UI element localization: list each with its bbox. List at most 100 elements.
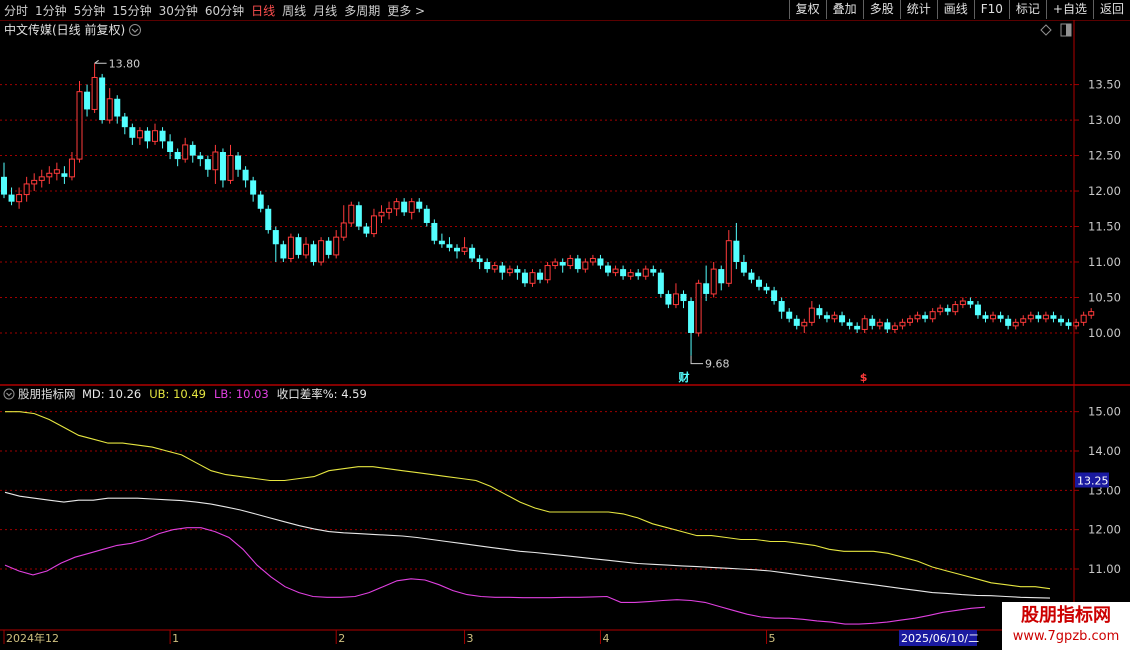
candle-body <box>1035 315 1042 319</box>
candle-body <box>801 321 808 327</box>
candle-body <box>280 244 287 259</box>
candle <box>990 311 997 323</box>
candle-body <box>718 269 725 284</box>
candle-body <box>370 215 377 235</box>
tab-9[interactable]: 多周期 <box>344 2 380 19</box>
candle <box>967 297 974 309</box>
tab-10[interactable]: 更多 > <box>387 2 425 19</box>
diamond-icon[interactable] <box>1040 24 1052 36</box>
tab-4[interactable]: 30分钟 <box>159 2 198 19</box>
y-tick-label: 13.50 <box>1088 78 1121 92</box>
candle <box>333 230 340 259</box>
toolbar-button-0[interactable]: 复权 <box>788 0 826 19</box>
candle <box>552 258 559 270</box>
toolbar-button-2[interactable]: 多股 <box>862 0 900 19</box>
candle <box>952 301 959 316</box>
candle-body <box>914 314 921 320</box>
candle <box>869 315 876 330</box>
candle <box>605 262 611 277</box>
candle-body <box>484 262 491 270</box>
candle-body <box>106 98 113 121</box>
tab-1[interactable]: 1分钟 <box>35 2 67 19</box>
candle <box>53 162 60 181</box>
tab-5[interactable]: 60分钟 <box>205 2 244 19</box>
tab-0[interactable]: 分时 <box>4 2 28 19</box>
candle-body <box>854 325 861 330</box>
candle-body <box>861 318 868 330</box>
tab-7[interactable]: 周线 <box>282 2 306 19</box>
candle <box>1042 311 1049 323</box>
candle-body <box>612 268 619 274</box>
high-price-label: 13.80 <box>109 57 141 70</box>
tab-2[interactable]: 5分钟 <box>74 2 106 19</box>
period-toolbar: 分时 1分钟 5分钟 15分钟 30分钟 60分钟 日线 周线 月线 多周期 更多 > 复权 叠加 多股… <box>0 0 1130 21</box>
indicator-title: 股朋指标网 <box>18 387 76 401</box>
toolbar-button-5[interactable]: F10 <box>973 0 1009 19</box>
candle <box>861 315 868 333</box>
candle-body <box>756 279 762 287</box>
candle-body <box>605 265 611 273</box>
candle <box>597 254 604 270</box>
candle <box>84 84 91 117</box>
y-tick-label: 12.00 <box>1088 523 1121 537</box>
candle <box>287 233 294 262</box>
indicator-legend: MD: 10.26 UB: 10.49 LB: 10.03 收口差率%: 4.59 <box>82 387 367 401</box>
candle <box>620 265 627 280</box>
candle-body <box>61 173 68 177</box>
candle <box>121 112 128 135</box>
candle <box>167 134 174 160</box>
y-tick-label: 13.00 <box>1088 113 1121 127</box>
candle-body <box>695 282 702 334</box>
event-marker[interactable]: $ <box>860 371 868 384</box>
candle-body <box>846 322 853 326</box>
candle <box>423 205 430 227</box>
candle <box>325 237 332 259</box>
candle <box>567 254 574 270</box>
candle-body <box>891 325 898 330</box>
tab-3[interactable]: 15分钟 <box>112 2 151 19</box>
candle <box>393 198 400 216</box>
candle-body <box>408 201 415 213</box>
candle <box>182 137 189 163</box>
y-tick-label: 11.00 <box>1088 255 1121 269</box>
series-line-ub <box>5 411 1051 590</box>
candle-body <box>114 98 121 117</box>
stock-chart[interactable]: 中文传媒(日线 前复权) 13.5013.0012.5012.0011.5011… <box>0 20 1130 650</box>
tab-6[interactable]: 日线 <box>251 2 275 19</box>
candle <box>1020 315 1027 326</box>
candle <box>997 311 1004 323</box>
panel-toggle-icon[interactable] <box>1060 23 1072 37</box>
candle <box>499 262 506 280</box>
candle <box>635 269 642 280</box>
candle-body <box>1020 318 1027 323</box>
toolbar-button-7[interactable]: +自选 <box>1045 0 1093 19</box>
indicator-dropdown-icon[interactable] <box>3 388 15 400</box>
candle <box>899 318 906 330</box>
candle <box>974 301 981 319</box>
candle-body <box>159 130 166 142</box>
candle <box>416 198 423 213</box>
candle-body <box>212 151 219 171</box>
chart-title-dropdown-icon[interactable] <box>129 24 141 36</box>
toolbar-button-8[interactable]: 返回 <box>1092 0 1130 19</box>
toolbar-button-1[interactable]: 叠加 <box>825 0 863 19</box>
candle-body <box>831 314 838 320</box>
event-marker[interactable]: 财 <box>678 370 690 384</box>
candle-body <box>227 155 234 181</box>
toolbar-button-3[interactable]: 统计 <box>899 0 937 19</box>
candle <box>129 123 136 145</box>
toolbar-button-4[interactable]: 画线 <box>936 0 974 19</box>
candle <box>1005 315 1012 330</box>
candle-body <box>620 269 627 277</box>
toolbar-button-6[interactable]: 标记 <box>1008 0 1046 19</box>
legend-item: UB: 10.49 <box>149 387 206 401</box>
tab-8[interactable]: 月线 <box>313 2 337 19</box>
candle-body <box>823 315 830 319</box>
candle-body <box>672 293 679 306</box>
candle-body <box>325 240 332 255</box>
candle-body <box>91 76 98 110</box>
candle <box>725 230 732 287</box>
candle <box>642 265 649 280</box>
candle <box>355 201 362 231</box>
candle <box>310 240 317 266</box>
